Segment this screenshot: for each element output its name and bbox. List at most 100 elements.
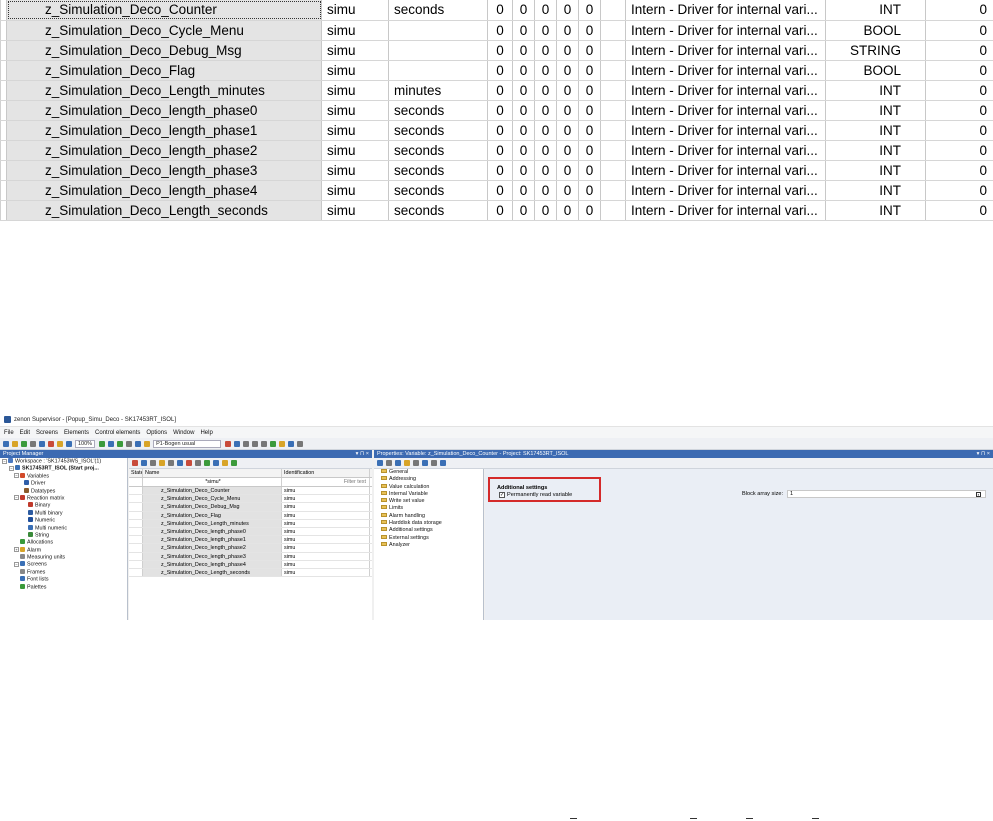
permanently-read-option[interactable]: ✓ Permanently read variable [499, 492, 572, 498]
group-icon[interactable] [270, 440, 277, 447]
delete-icon[interactable] [48, 440, 54, 447]
expand-collapse-icon[interactable]: − [14, 561, 19, 567]
back-icon[interactable] [297, 440, 304, 447]
tree-item[interactable]: Multi binary [0, 509, 127, 517]
tree-item[interactable]: Datatypes [0, 487, 127, 495]
table-row[interactable]: z_Simulation_Deco_Counter simu seconds 0 0 0 0… [0, 0, 993, 21]
delete-variable-icon[interactable] [186, 460, 192, 466]
filter-icon[interactable] [168, 460, 174, 466]
tree-item[interactable]: Frames [0, 568, 127, 576]
table-row[interactable]: z_Simulation_Deco_Flag simu [129, 511, 372, 520]
tree-item[interactable]: + Alarm [0, 546, 127, 554]
table-row[interactable]: z_Simulation_Deco_Length_seconds simu [129, 568, 372, 578]
table-row[interactable]: z_Simulation_Deco_length_phase1 simu secon… [0, 120, 993, 141]
help-icon[interactable] [413, 460, 419, 466]
edit-value-icon[interactable]: ▪ [976, 492, 981, 497]
description-icon[interactable] [440, 460, 446, 466]
align-center-icon[interactable] [252, 440, 259, 447]
undo-icon[interactable] [57, 440, 63, 447]
tree-item[interactable]: Font lists [0, 576, 127, 583]
copy-icon[interactable] [39, 440, 45, 447]
menu-item[interactable]: Elements [64, 430, 89, 436]
table-row[interactable]: z_Simulation_Deco_Length_seconds simu seco… [0, 200, 993, 221]
property-group[interactable]: Internal Variable [374, 490, 483, 498]
state-column-header[interactable]: State [129, 469, 143, 477]
copy-variable-icon[interactable] [177, 460, 183, 466]
bold-icon[interactable] [225, 440, 232, 447]
menu-item[interactable]: Screens [36, 430, 58, 436]
tree-item[interactable]: − Workspace : 'SK17453WS_ISOL'(1) [0, 458, 127, 465]
run-icon[interactable] [21, 440, 27, 447]
open-icon[interactable] [12, 440, 18, 447]
expand-icon[interactable] [422, 460, 428, 466]
table-row[interactable]: z_Simulation_Deco_length_phase0 simu [129, 527, 372, 537]
front-icon[interactable] [288, 440, 295, 447]
table-row[interactable]: z_Simulation_Deco_Debug_Msg simu [129, 503, 372, 512]
expand-collapse-icon[interactable]: − [14, 495, 19, 501]
layout-icon[interactable] [108, 440, 115, 447]
state-filter[interactable] [129, 478, 143, 486]
table-row[interactable]: z_Simulation_Deco_Counter simu [129, 487, 372, 496]
expand-collapse-icon[interactable]: + [14, 547, 19, 553]
favorites-icon[interactable] [395, 460, 401, 466]
all-properties-icon[interactable] [404, 460, 410, 466]
table-row[interactable]: z_Simulation_Deco_length_phase3 simu secon… [0, 160, 993, 181]
ungroup-icon[interactable] [279, 440, 286, 447]
table-row[interactable]: z_Simulation_Deco_length_phase0 simu secon… [0, 100, 993, 121]
property-group[interactable]: Harddisk data storage [374, 520, 483, 527]
property-group[interactable]: Addressing [374, 476, 483, 483]
table-row[interactable]: z_Simulation_Deco_Flag simu 0 0 0 0 0 Intern - … [0, 60, 993, 81]
zoom-in-icon[interactable] [99, 440, 106, 447]
list-view-icon[interactable] [386, 460, 392, 466]
edit-icon[interactable] [141, 460, 147, 466]
tree-item[interactable]: Driver [0, 480, 127, 487]
tree-item[interactable]: Numeric [0, 517, 127, 524]
table-row[interactable]: z_Simulation_Deco_length_phase1 simu [129, 536, 372, 545]
property-group[interactable]: Alarm handling [374, 512, 483, 520]
block-array-size-input[interactable]: 1 ▪ [787, 490, 986, 498]
link-icon[interactable] [204, 460, 210, 466]
tree-item[interactable]: Allocations [0, 539, 127, 546]
zoom-select[interactable]: 100% [75, 439, 96, 448]
font-icon[interactable] [144, 440, 151, 447]
property-group[interactable]: Limits [374, 505, 483, 512]
menu-item[interactable]: Help [200, 430, 212, 436]
table-row[interactable]: z_Simulation_Deco_length_phase2 simu [129, 544, 372, 553]
compile-icon[interactable] [117, 440, 124, 447]
property-group[interactable]: Value calculation [374, 483, 483, 491]
pin-close-icon[interactable]: ▾ ⊓ × [977, 450, 990, 458]
menu-item[interactable]: Options [146, 430, 167, 436]
tree-item[interactable]: String [0, 531, 127, 539]
table-row[interactable]: z_Simulation_Deco_length_phase4 simu secon… [0, 180, 993, 201]
table-row[interactable]: z_Simulation_Deco_length_phase4 simu [129, 560, 372, 569]
expand-collapse-icon[interactable]: − [9, 465, 14, 471]
save-icon[interactable] [30, 440, 36, 447]
columns-icon[interactable] [195, 460, 201, 466]
align-right-icon[interactable] [261, 440, 268, 447]
table-row[interactable]: z_Simulation_Deco_Cycle_Menu simu 0 0 0 0 0 Int… [0, 20, 993, 41]
import-icon[interactable] [159, 460, 165, 466]
grid-icon[interactable] [135, 440, 142, 447]
name-column-header[interactable]: Name [143, 469, 282, 477]
tree-item[interactable]: Measuring units [0, 554, 127, 561]
tree-item[interactable]: − SK17453RT_ISOL (Start proj... [0, 465, 127, 472]
pin-close-icon[interactable]: ▾ ⊓ × [356, 450, 369, 458]
menu-item[interactable]: File [4, 430, 14, 436]
tree-item[interactable]: Palettes [0, 583, 127, 591]
collapse-icon[interactable] [431, 460, 437, 466]
menu-item[interactable]: Control elements [95, 430, 140, 436]
property-group[interactable]: General [374, 469, 483, 476]
table-row[interactable]: z_Simulation_Deco_length_phase3 simu [129, 552, 372, 561]
grouped-view-icon[interactable] [377, 460, 383, 466]
new-icon[interactable] [3, 440, 9, 447]
property-group[interactable]: External settings [374, 534, 483, 542]
tree-item[interactable]: Multi numeric [0, 524, 127, 532]
italic-icon[interactable] [234, 440, 241, 447]
property-group[interactable]: Additional settings [374, 527, 483, 534]
replace-icon[interactable] [213, 460, 219, 466]
table-row[interactable]: z_Simulation_Deco_Length_minutes simu minu… [0, 80, 993, 101]
permanently-read-checkbox[interactable]: ✓ [499, 492, 505, 498]
property-group[interactable]: Analyzer [374, 541, 483, 549]
table-row[interactable]: z_Simulation_Deco_Debug_Msg simu 0 0 0 0 0 Inte… [0, 40, 993, 61]
profile-select[interactable]: P1-Bogen usual [153, 439, 222, 448]
